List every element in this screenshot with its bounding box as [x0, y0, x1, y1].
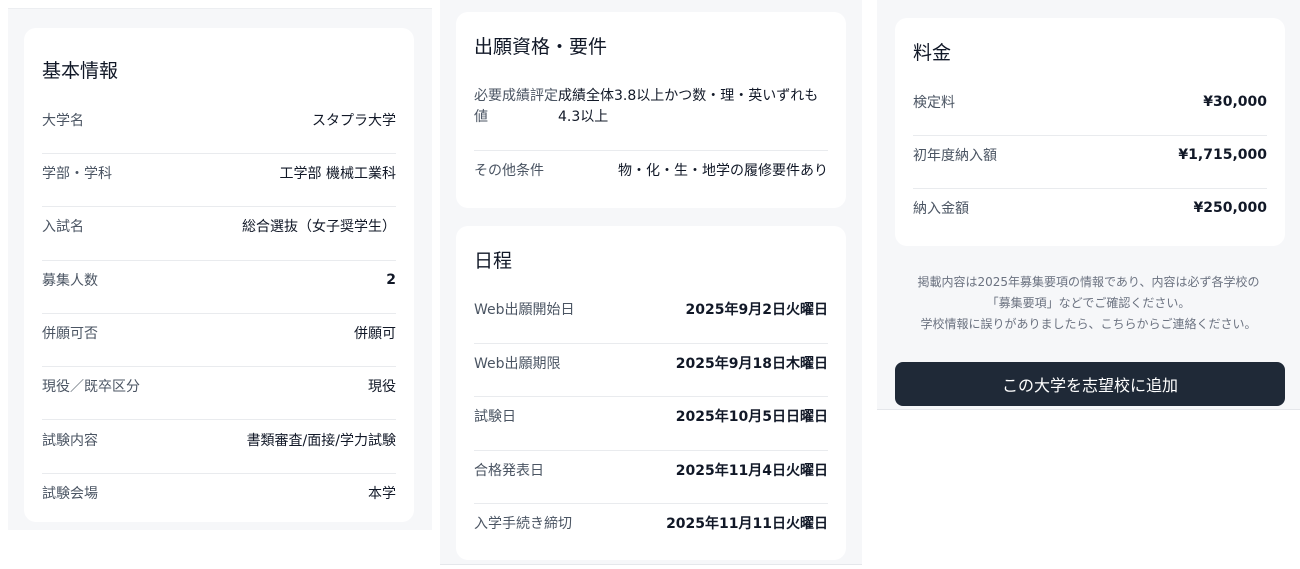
divider [42, 366, 396, 367]
schedule-value: 2025年9月2日火曜日 [685, 302, 828, 318]
info-label: 入試名 [42, 219, 84, 235]
add-to-wishlist-button[interactable]: この大学を志望校に追加 [895, 362, 1285, 406]
info-row-exam-venue: 試験会場 本学 [42, 483, 396, 503]
info-row-concurrent: 併願可否 併願可 [42, 323, 396, 343]
info-row-capacity: 募集人数 2 [42, 270, 396, 290]
divider [42, 153, 396, 154]
notice-line: 掲載内容は2025年募集要項の情報であり、内容は必ず各学校の [917, 275, 1260, 289]
divider [913, 188, 1267, 189]
info-label: 試験内容 [42, 433, 98, 449]
schedule-row-enrollment-deadline: 入学手続き締切 2025年11月11日火曜日 [474, 513, 828, 533]
info-label: 現役／既卒区分 [42, 379, 140, 395]
schedule-title: 日程 [474, 250, 513, 272]
requirement-value: 成績全体3.8以上かつ数・理・英いずれも4.3以上 [558, 88, 819, 125]
info-label: 大学名 [42, 113, 84, 129]
fees-title: 料金 [913, 42, 952, 64]
divider [42, 419, 396, 420]
schedule-label: 試験日 [474, 409, 516, 425]
basic-info-title: 基本情報 [42, 60, 119, 82]
divider [474, 150, 828, 151]
info-label: 試験会場 [42, 486, 98, 502]
info-value: 2 [386, 272, 396, 288]
divider [42, 313, 396, 314]
divider [474, 450, 828, 451]
schedule-label: 入学手続き締切 [474, 516, 572, 532]
fee-value: ¥30,000 [1203, 94, 1267, 110]
divider [42, 473, 396, 474]
info-row-faculty: 学部・学科 工学部 機械工業科 [42, 163, 396, 183]
info-row-applicant-type: 現役／既卒区分 現役 [42, 376, 396, 396]
requirement-label: その他条件 [474, 163, 544, 179]
requirement-row-grade: 必要成績評定値 成績全体3.8以上かつ数・理・英いずれも4.3以上 [474, 86, 828, 128]
fee-label: 納入金額 [913, 201, 969, 217]
fee-value: ¥250,000 [1193, 200, 1267, 216]
schedule-label: Web出願開始日 [474, 302, 575, 318]
info-row-exam-content: 試験内容 書類審査/面接/学力試験 [42, 430, 396, 450]
schedule-label: Web出願期限 [474, 356, 561, 372]
requirement-row-other: その他条件 物・化・生・地学の履修要件あり [474, 160, 828, 180]
schedule-value: 2025年11月11日火曜日 [666, 516, 828, 532]
divider [474, 503, 828, 504]
info-label: 併願可否 [42, 326, 98, 342]
notice-line: 「募集要項」などでご確認ください。 [986, 296, 1191, 310]
info-value: スタプラ大学 [312, 113, 396, 129]
info-value: 工学部 機械工業科 [279, 166, 396, 182]
schedule-value: 2025年9月18日木曜日 [675, 356, 828, 372]
schedule-row-result-date: 合格発表日 2025年11月4日火曜日 [474, 460, 828, 480]
info-value: 本学 [368, 486, 396, 502]
divider [42, 260, 396, 261]
fee-row-exam-fee: 検定料 ¥30,000 [913, 92, 1267, 112]
basic-info-card: 基本情報 大学名 スタプラ大学 学部・学科 工学部 機械工業科 入試名 総合選抜… [24, 28, 414, 522]
info-label: 学部・学科 [42, 166, 112, 182]
fee-row-first-year: 初年度納入額 ¥1,715,000 [913, 145, 1267, 165]
schedule-row-web-deadline: Web出願期限 2025年9月18日木曜日 [474, 353, 828, 373]
divider [42, 206, 396, 207]
info-row-university: 大学名 スタプラ大学 [42, 110, 396, 130]
requirements-schedule-panel: 出願資格・要件 必要成績評定値 成績全体3.8以上かつ数・理・英いずれも4.3以… [440, 0, 862, 565]
requirements-title: 出願資格・要件 [474, 36, 608, 58]
fee-value: ¥1,715,000 [1178, 147, 1267, 163]
requirement-label: 必要成績評定値 [474, 88, 558, 125]
info-row-exam-name: 入試名 総合選抜（女子奨学生） [42, 216, 396, 236]
fees-panel: 料金 検定料 ¥30,000 初年度納入額 ¥1,715,000 納入金額 ¥2… [877, 0, 1300, 410]
fee-row-payment: 納入金額 ¥250,000 [913, 198, 1267, 218]
info-label: 募集人数 [42, 273, 98, 289]
fee-label: 初年度納入額 [913, 148, 997, 164]
requirements-card: 出願資格・要件 必要成績評定値 成績全体3.8以上かつ数・理・英いずれも4.3以… [456, 12, 846, 208]
schedule-card: 日程 Web出願開始日 2025年9月2日火曜日 Web出願期限 2025年9月… [456, 226, 846, 560]
schedule-row-web-start: Web出願開始日 2025年9月2日火曜日 [474, 299, 828, 319]
schedule-value: 2025年10月5日日曜日 [675, 409, 828, 425]
basic-info-panel: 基本情報 大学名 スタプラ大学 学部・学科 工学部 機械工業科 入試名 総合選抜… [8, 8, 432, 530]
notice-line: 学校情報に誤りがありましたら、こちらからご連絡ください。 [920, 317, 1257, 331]
info-value: 書類審査/面接/学力試験 [246, 433, 396, 449]
divider [913, 135, 1267, 136]
schedule-label: 合格発表日 [474, 463, 544, 479]
requirement-value: 物・化・生・地学の履修要件あり [618, 163, 828, 179]
schedule-row-exam-date: 試験日 2025年10月5日日曜日 [474, 406, 828, 426]
disclaimer-notice: 掲載内容は2025年募集要項の情報であり、内容は必ず各学校の 「募集要項」などで… [877, 272, 1300, 335]
info-value: 併願可 [354, 326, 396, 342]
fees-card: 料金 検定料 ¥30,000 初年度納入額 ¥1,715,000 納入金額 ¥2… [895, 18, 1285, 246]
schedule-value: 2025年11月4日火曜日 [675, 463, 828, 479]
fee-label: 検定料 [913, 95, 955, 111]
divider [474, 396, 828, 397]
info-value: 現役 [368, 379, 396, 395]
info-value: 総合選抜（女子奨学生） [242, 219, 396, 235]
divider [474, 343, 828, 344]
